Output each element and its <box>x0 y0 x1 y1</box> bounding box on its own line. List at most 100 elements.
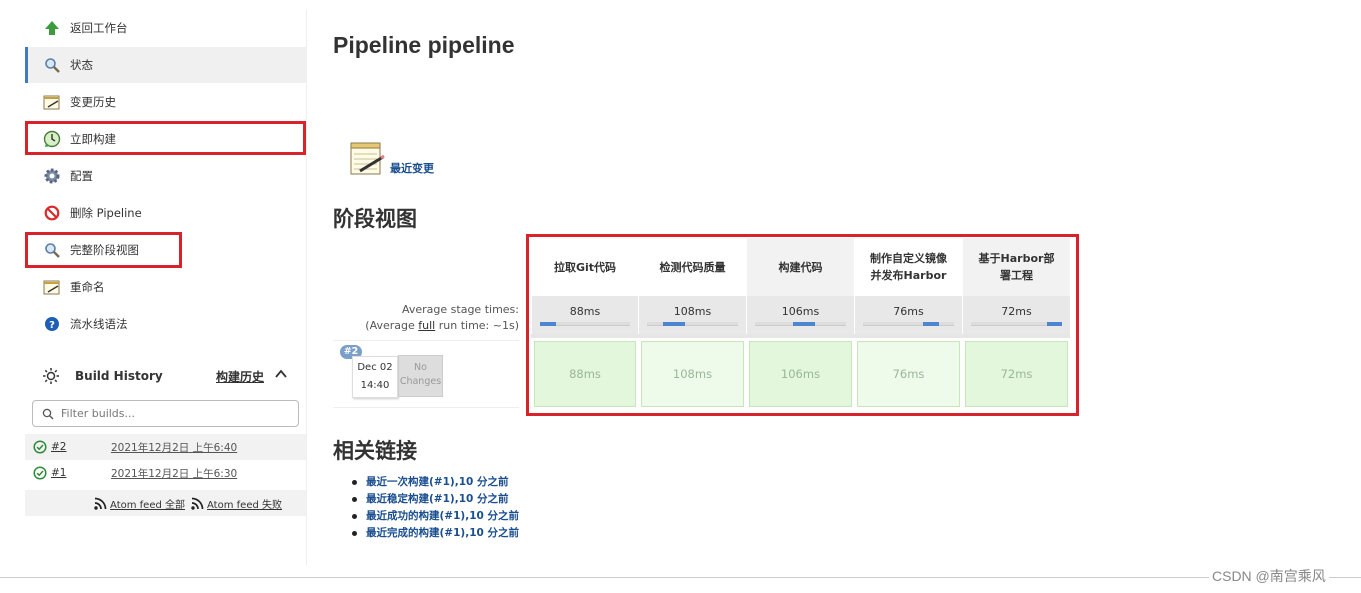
sidebar-item-label: 返回工作台 <box>70 21 128 35</box>
build-row[interactable]: #1 2021年12月2日 上午6:30 <box>25 460 306 486</box>
sidebar-item-full-stage-view[interactable]: 完整阶段视图 <box>25 232 306 268</box>
no-changes-line1: No <box>414 362 427 373</box>
stage-name: 制作自定义镜像并发布Harbor <box>870 252 947 282</box>
average-stage-times-text: Average stage times: <box>402 303 519 316</box>
avg-run-suffix: run time: ~1s) <box>435 319 519 332</box>
build-history-title: Build History <box>75 369 163 383</box>
avg-time-bar-fill <box>540 322 557 326</box>
build-date-link[interactable]: 2021年12月2日 上午6:40 <box>111 440 237 455</box>
sidebar-item-back-to-dashboard[interactable]: 返回工作台 <box>25 10 306 46</box>
related-link-last-successful[interactable]: 最近成功的构建(#1),10 分之前 <box>351 508 519 525</box>
stage-header: 构建代码 <box>746 238 854 296</box>
notepad-icon <box>43 93 61 111</box>
build-history-sun-icon <box>43 368 59 384</box>
average-stage-time: 108ms <box>638 296 746 334</box>
stage-header: 检测代码质量 <box>638 238 746 296</box>
stage-run-cell[interactable]: 88ms <box>534 341 636 407</box>
build-number-link[interactable]: #2 <box>51 441 111 453</box>
stage-header: 拉取Git代码 <box>531 238 638 296</box>
average-stage-time: 106ms <box>746 296 854 334</box>
sidebar-item-label: 重命名 <box>70 280 105 294</box>
success-check-icon <box>33 440 47 454</box>
sidebar: 返回工作台 状态 变更历史 立即构建 配置 删除 Pipeline 完整阶段视图… <box>25 10 307 565</box>
average-stage-time: 72ms <box>962 296 1070 334</box>
stage-header: 基于Harbor部署工程 <box>962 238 1070 296</box>
sidebar-item-label: 流水线语法 <box>70 317 128 331</box>
search-icon <box>42 408 54 419</box>
stage-run-time: 72ms <box>1000 367 1033 381</box>
gear-icon <box>43 167 61 185</box>
footer-divider <box>0 577 1361 578</box>
no-changes-box: No Changes <box>398 355 443 397</box>
filter-placeholder: Filter builds... <box>61 407 136 420</box>
rss-icon <box>191 497 204 510</box>
avg-time-bar <box>647 322 738 326</box>
build-date-link[interactable]: 2021年12月2日 上午6:30 <box>111 466 237 481</box>
stage-header: 制作自定义镜像并发布Harbor <box>854 238 962 296</box>
rss-icon <box>94 497 107 510</box>
up-arrow-icon <box>43 19 61 37</box>
sidebar-item-label: 变更历史 <box>70 95 116 109</box>
magnifier-icon <box>43 241 61 259</box>
sidebar-item-build-now[interactable]: 立即构建 <box>25 121 306 157</box>
svg-text:?: ? <box>49 320 55 331</box>
row-separator <box>531 334 1070 338</box>
stage-name: 检测代码质量 <box>659 260 726 274</box>
avg-time-bar-fill <box>663 322 686 326</box>
avg-time-bar <box>540 322 630 326</box>
full-link[interactable]: full <box>418 319 435 332</box>
sidebar-item-label: 删除 Pipeline <box>70 206 142 220</box>
watermark: CSDN @南宫乘风 <box>1209 566 1329 586</box>
avg-time-bar <box>971 322 1062 326</box>
build-time: 14:40 <box>360 380 390 391</box>
success-check-icon <box>33 466 47 480</box>
average-stage-time: 88ms <box>531 296 638 334</box>
sidebar-item-delete-pipeline[interactable]: 删除 Pipeline <box>25 195 306 231</box>
related-link-last-build[interactable]: 最近一次构建(#1),10 分之前 <box>351 474 519 491</box>
chevron-up-icon[interactable] <box>274 367 288 381</box>
sidebar-item-changes[interactable]: 变更历史 <box>25 84 306 120</box>
build-number-link[interactable]: #1 <box>51 467 111 479</box>
build-date: Dec 02 <box>357 362 393 373</box>
help-icon: ? <box>43 315 61 333</box>
sidebar-item-label: 立即构建 <box>70 132 116 146</box>
stage-run-cell[interactable]: 76ms <box>857 341 960 407</box>
avg-time-bar-fill <box>1046 322 1062 326</box>
stage-run-time: 76ms <box>892 367 925 381</box>
avg-time-bar <box>863 322 954 326</box>
sidebar-item-rename[interactable]: 重命名 <box>25 269 306 305</box>
stage-view-heading: 阶段视图 <box>333 207 417 231</box>
stage-run-cell[interactable]: 106ms <box>749 341 852 407</box>
build-history-link[interactable]: 构建历史 <box>216 368 264 385</box>
recent-changes-link[interactable]: 最近变更 <box>348 140 434 178</box>
related-link-last-completed[interactable]: 最近完成的构建(#1),10 分之前 <box>351 525 519 542</box>
related-links-list: 最近一次构建(#1),10 分之前 最近稳定构建(#1),10 分之前 最近成功… <box>351 474 519 542</box>
stage-run-cell[interactable]: 108ms <box>641 341 744 407</box>
avg-time-bar-fill <box>923 322 939 326</box>
stage-run-time: 106ms <box>780 367 821 381</box>
stage-run-cell[interactable]: 72ms <box>965 341 1068 407</box>
no-entry-icon <box>43 204 61 222</box>
sidebar-item-status[interactable]: 状态 <box>25 47 306 83</box>
recent-changes-label: 最近变更 <box>390 162 434 175</box>
avg-run-prefix: (Average <box>365 319 419 332</box>
build-date-card: Dec 02 14:40 <box>352 356 398 398</box>
build-clock-icon <box>43 130 61 148</box>
stage-name: 构建代码 <box>778 260 823 274</box>
atom-feed-failed-link[interactable]: Atom feed 失败 <box>207 496 282 511</box>
atom-feeds: Atom feed 全部 Atom feed 失败 <box>25 490 306 516</box>
stage-run-time: 88ms <box>569 367 601 381</box>
avg-time-value: 108ms <box>673 305 712 318</box>
average-run-time-text: (Average full run time: ~1s) <box>333 318 519 334</box>
sidebar-item-label: 配置 <box>70 169 93 183</box>
sidebar-item-configure[interactable]: 配置 <box>25 158 306 194</box>
atom-feed-all-link[interactable]: Atom feed 全部 <box>110 496 185 511</box>
avg-time-value: 88ms <box>569 305 601 318</box>
related-link-last-stable[interactable]: 最近稳定构建(#1),10 分之前 <box>351 491 519 508</box>
sidebar-item-pipeline-syntax[interactable]: ? 流水线语法 <box>25 306 306 342</box>
no-changes-line2: Changes <box>399 376 442 387</box>
build-row[interactable]: #2 2021年12月2日 上午6:40 <box>25 434 306 460</box>
filter-builds-input[interactable]: Filter builds... <box>32 400 299 427</box>
sidebar-item-label: 状态 <box>70 58 93 72</box>
notepad-icon <box>350 142 385 175</box>
